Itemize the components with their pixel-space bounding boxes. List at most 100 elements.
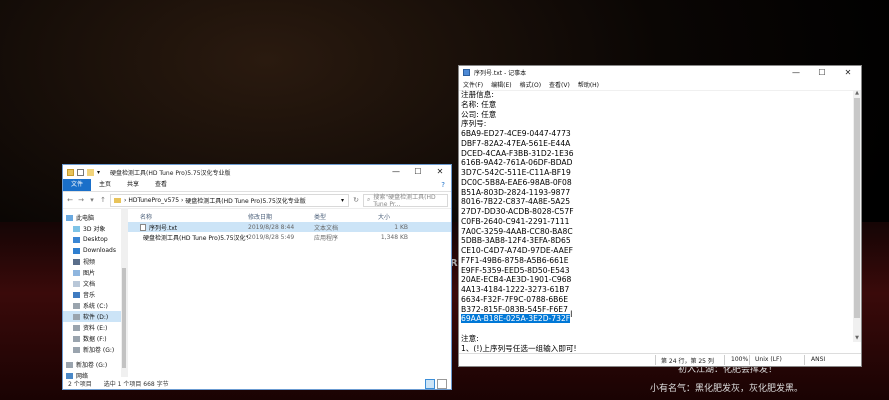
file-name: 序列号.txt xyxy=(149,224,178,232)
text-line: CE10-C4D7-A74D-97DE-AAEF xyxy=(461,246,573,255)
nav-item-label: 数据 (F:) xyxy=(83,336,107,343)
text-line: 7A0C-3259-4AAB-CC80-BA8C xyxy=(461,226,573,236)
menu-edit[interactable]: 编辑(E) xyxy=(487,80,515,89)
menu-help[interactable]: 帮助(H) xyxy=(574,80,603,89)
scrollbar-thumb[interactable] xyxy=(854,98,860,318)
text-line: 3D7C-542C-511E-C11A-BF19 xyxy=(461,168,571,177)
column-header-date[interactable]: 修改日期 xyxy=(248,212,314,221)
large-icons-view-icon[interactable] xyxy=(437,379,447,389)
nav-item-desktop[interactable]: Desktop xyxy=(63,234,127,245)
minimize-button[interactable]: — xyxy=(385,165,407,179)
nav-item-label: 软件 (D:) xyxy=(83,314,109,321)
table-row[interactable]: 序列号.txt 2019/8/28 8:44 文本文档 1 KB xyxy=(128,222,451,232)
back-icon[interactable]: ← xyxy=(66,196,74,204)
scrollbar-thumb[interactable] xyxy=(122,268,126,368)
text-line: 注册信息: xyxy=(461,90,494,99)
nav-item-drive-f[interactable]: 数据 (F:) xyxy=(63,333,127,344)
text-line: DBF7-82A2-47EA-561E-E44A xyxy=(461,138,571,148)
minimize-button[interactable]: — xyxy=(783,66,809,79)
search-icon: ⌕ xyxy=(367,196,371,203)
notepad-window[interactable]: 序列号.txt - 记事本 — ☐ ✕ 文件(F) 编辑(E) 格式(O) 查看… xyxy=(458,65,862,367)
file-explorer-window[interactable]: ▾ 硬盘检测工具(HD Tune Pro)5.75汉化专业版 — ☐ ✕ 文件 … xyxy=(62,164,452,390)
text-line: 8016-7B22-C837-4A8E-5A25 xyxy=(461,197,571,207)
nav-item-drive-c[interactable]: 系统 (C:) xyxy=(63,300,127,311)
text-line: 6634-F32F-7F9C-0788-6B6E xyxy=(461,294,569,304)
scroll-up-icon[interactable]: ▲ xyxy=(853,90,861,97)
new-folder-icon[interactable] xyxy=(87,168,94,176)
cursor-position: 第 24 行，第 25 列 xyxy=(661,358,714,365)
editor-scrollbar[interactable]: ▲ ▼ xyxy=(853,90,861,342)
address-bar-row: ← → ▾ ↑ › HDTunePro_v575 › 硬盘检测工具(HD Tun… xyxy=(63,192,451,209)
nav-item-downloads[interactable]: Downloads xyxy=(63,245,127,256)
nav-item-music[interactable]: 音乐 xyxy=(63,289,127,300)
file-date: 2019/8/28 5:49 xyxy=(248,233,295,241)
file-size: 1 KB xyxy=(394,223,408,231)
explorer-status-bar: 2 个项目 选中 1 个项目 668 字节 xyxy=(63,377,451,389)
file-list-header: 名称 修改日期 类型 大小 xyxy=(128,210,451,222)
nav-item-drive-g-root[interactable]: 新加卷 (G:) xyxy=(63,359,127,370)
column-header-size[interactable]: 大小 xyxy=(368,212,418,221)
nav-item-documents[interactable]: 文档 xyxy=(63,278,127,289)
chevron-down-icon[interactable]: ▾ xyxy=(341,197,348,204)
nav-pane-scrollbar[interactable] xyxy=(121,208,127,377)
line-ending: Unix (LF) xyxy=(755,356,782,363)
close-button[interactable]: ✕ xyxy=(429,165,451,179)
nav-item-3d-objects[interactable]: 3D 对象 xyxy=(63,223,127,234)
maximize-button[interactable]: ☐ xyxy=(407,165,429,179)
file-date: 2019/8/28 8:44 xyxy=(248,223,295,231)
chevron-down-icon[interactable]: ▾ xyxy=(97,169,104,176)
text-editor[interactable]: 注册信息: 名称: 任意 公司: 任意 序列号: 6BA9-ED27-4CE9-… xyxy=(459,90,853,352)
column-header-name[interactable]: 名称 xyxy=(128,212,248,221)
tab-share[interactable]: 共享 xyxy=(119,179,147,191)
nav-item-pictures[interactable]: 图片 xyxy=(63,267,127,278)
column-header-type[interactable]: 类型 xyxy=(314,212,368,221)
text-line: F7F1-49B6-8758-A5B6-661E xyxy=(461,255,569,265)
menu-file[interactable]: 文件(F) xyxy=(459,80,487,89)
breadcrumb-item[interactable]: 硬盘检测工具(HD Tune Pro)5.75汉化专业版 xyxy=(185,196,306,205)
notepad-titlebar[interactable]: 序列号.txt - 记事本 — ☐ ✕ xyxy=(459,66,861,79)
status-divider xyxy=(655,355,656,365)
nav-item-drive-d[interactable]: 软件 (D:) xyxy=(63,311,127,322)
scroll-down-icon[interactable]: ▼ xyxy=(853,335,861,342)
folder-icon xyxy=(114,197,121,203)
status-divider xyxy=(804,355,805,365)
details-view-icon[interactable] xyxy=(425,379,435,389)
breadcrumb-item[interactable]: HDTunePro_v575 xyxy=(128,197,179,204)
address-bar[interactable]: › HDTunePro_v575 › 硬盘检测工具(HD Tune Pro)5.… xyxy=(110,193,349,207)
navigation-pane[interactable]: 此电脑 3D 对象 Desktop Downloads 视频 图片 文档 音乐 … xyxy=(63,208,128,380)
search-input[interactable]: ⌕ 搜索"硬盘检测工具(HD Tune Pr... xyxy=(363,193,448,208)
desktop-icon xyxy=(73,236,80,243)
menu-format[interactable]: 格式(O) xyxy=(516,80,545,89)
text-line: 公司: 任意 xyxy=(461,109,497,119)
tab-file[interactable]: 文件 xyxy=(63,179,92,191)
properties-icon[interactable] xyxy=(77,168,84,176)
documents-icon xyxy=(73,280,80,287)
tab-home[interactable]: 主页 xyxy=(91,179,119,191)
text-line: 1、(!)上序列号任选一组输入即可! xyxy=(461,343,577,353)
text-line: 5DBB-3AB8-12F4-3EFA-8D65 xyxy=(461,236,571,246)
selection-info: 选中 1 个项目 668 字节 xyxy=(103,380,169,388)
text-file-icon xyxy=(140,223,146,231)
maximize-button[interactable]: ☐ xyxy=(809,66,835,79)
wallpaper-caption-2: 小有名气：黑化肥发灰，灰化肥发黑。 xyxy=(650,384,804,394)
nav-item-drive-g[interactable]: 新加卷 (G:) xyxy=(63,344,127,355)
explorer-titlebar[interactable]: ▾ 硬盘检测工具(HD Tune Pro)5.75汉化专业版 — ☐ ✕ xyxy=(63,165,451,179)
tab-view[interactable]: 查看 xyxy=(147,179,175,191)
menu-view[interactable]: 查看(V) xyxy=(545,80,574,89)
ribbon-tabs: 文件 主页 共享 查看 ? xyxy=(63,179,451,192)
text-line: 20AE-ECB4-AE3D-1901-C968 xyxy=(461,275,572,285)
up-icon[interactable]: ↑ xyxy=(99,196,107,204)
nav-item-videos[interactable]: 视频 xyxy=(63,256,127,267)
close-button[interactable]: ✕ xyxy=(835,66,861,79)
recent-locations-icon[interactable]: ▾ xyxy=(88,196,96,204)
help-icon[interactable]: ? xyxy=(441,181,451,189)
3d-objects-icon xyxy=(73,225,80,232)
file-list[interactable]: 名称 修改日期 类型 大小 序列号.txt 2019/8/28 8:44 文本文… xyxy=(128,208,451,377)
nav-item-drive-e[interactable]: 资料 (E:) xyxy=(63,322,127,333)
forward-icon[interactable]: → xyxy=(77,196,85,204)
table-row[interactable]: 硬盘检测工具(HD Tune Pro)5.75汉化专... 2019/8/28 … xyxy=(128,232,451,242)
refresh-icon[interactable]: ↻ xyxy=(352,196,360,204)
nav-item-this-pc[interactable]: 此电脑 xyxy=(63,212,127,223)
notepad-icon xyxy=(463,69,470,76)
status-divider xyxy=(724,355,725,365)
